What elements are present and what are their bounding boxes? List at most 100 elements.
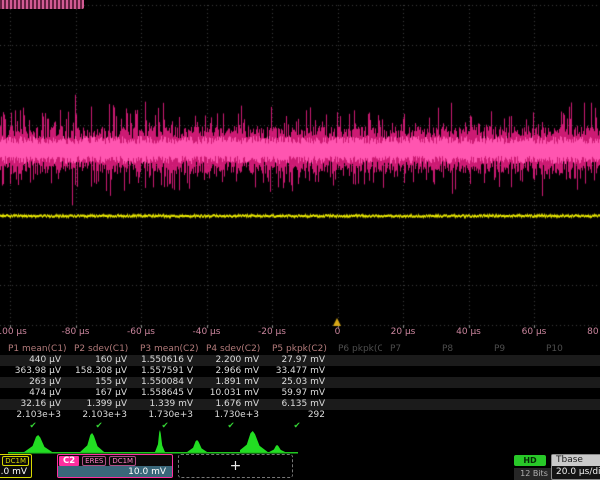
measure-row-sdev: 32.16 µV1.399 µV1.339 mV1.676 mV6.135 mV [0,399,600,410]
cropped-menu-highlight[interactable] [0,0,84,9]
tbase-label: Tbase [552,455,600,466]
measure-value [434,355,486,366]
resolution-label: 12 Bits [514,468,554,480]
measure-value: 10.031 mV [198,388,264,399]
measure-value: 292 [264,410,330,421]
param-header-p6[interactable]: P6 pkpk(C3) [330,344,382,355]
c1-vdiv-value: 10.0 mV [0,466,31,477]
measure-value [330,355,382,366]
measure-value: 1.891 mV [198,377,264,388]
measure-value [538,410,590,421]
param-header-p2[interactable]: P2 sdev(C1) [66,344,132,355]
measure-value [538,355,590,366]
param-header-p8[interactable]: P8 [434,344,486,355]
measure-value: 1.557591 V [132,366,198,377]
measure-value [382,399,434,410]
measure-value [538,366,590,377]
measure-value: 32.16 µV [0,399,66,410]
histicon-row [0,428,600,454]
measure-value [486,388,538,399]
measure-value [434,377,486,388]
param-header-p3[interactable]: P3 mean(C2) [132,344,198,355]
param-header-p10[interactable]: P10 [538,344,590,355]
add-trace-button[interactable]: + [178,454,293,478]
param-header-p4[interactable]: P4 sdev(C2) [198,344,264,355]
hd-mode-badge[interactable]: HD [514,455,546,466]
measure-value [330,399,382,410]
measure-value: 363.98 µV [0,366,66,377]
measure-value: 155 µV [66,377,132,388]
measure-value [330,410,382,421]
measure-value: 1.399 µV [66,399,132,410]
measure-value [382,410,434,421]
axis-tick-label: -40 µs [175,327,239,337]
measure-value [486,399,538,410]
measure-value: 27.97 mV [264,355,330,366]
measure-value [538,377,590,388]
measure-value: 6.135 mV [264,399,330,410]
axis-tick-label: 60 µs [502,327,566,337]
measure-value [382,388,434,399]
oscilloscope-screen: -100 µs-80 µs-60 µs-40 µs-20 µs020 µs40 … [0,0,600,480]
axis-tick-label: -100 µs [0,327,42,337]
timebase-descriptor[interactable]: Tbase 20.0 µs/div [551,454,600,480]
c1-coupling-badge: DC1M [2,456,29,466]
param-header-p5[interactable]: P5 pkpk(C2) [264,344,330,355]
axis-tick-label: -60 µs [109,327,173,337]
channel-c2-descriptor[interactable]: C2 ERES DC1M 10.0 mV [57,454,173,478]
measurement-table: P1 mean(C1)P2 sdev(C1)P3 mean(C2)P4 sdev… [0,344,600,432]
measure-value [486,410,538,421]
measure-value: 1.550616 V [132,355,198,366]
axis-tick-label: 0 [306,327,370,337]
measure-row-mean: 363.98 µV158.308 µV1.557591 V2.966 mV33.… [0,366,600,377]
measure-value [538,388,590,399]
param-header-p9[interactable]: P9 [486,344,538,355]
axis-tick-label: 40 µs [437,327,501,337]
axis-tick-label: 80 µs [568,327,600,337]
plus-icon: + [230,458,242,474]
measure-value: 1.730e+3 [198,410,264,421]
measure-value: 263 µV [0,377,66,388]
measure-value: 1.550084 V [132,377,198,388]
tbase-value: 20.0 µs/div [552,466,600,478]
c2-label: C2 [59,456,79,466]
measure-value [330,366,382,377]
measure-value: 440 µV [0,355,66,366]
measure-row-value: 440 µV160 µV1.550616 V2.200 mV27.97 mV [0,355,600,366]
c2-coupling-badge: DC1M [109,456,136,466]
c2-vdiv-value: 10.0 mV [58,466,172,477]
measure-value: 2.103e+3 [0,410,66,421]
measure-value: 167 µV [66,388,132,399]
axis-tick-label: -20 µs [240,327,304,337]
measure-value: 1.339 mV [132,399,198,410]
measure-value: 158.308 µV [66,366,132,377]
measure-value: 2.103e+3 [66,410,132,421]
measure-header-row: P1 mean(C1)P2 sdev(C1)P3 mean(C2)P4 sdev… [0,344,600,355]
descriptor-bar: C1 DC1M 10.0 mV C2 ERES DC1M 10.0 mV + H… [0,454,600,480]
measure-value: 474 µV [0,388,66,399]
measure-value: 1.730e+3 [132,410,198,421]
c2-eres-badge: ERES [82,456,106,466]
measure-value: 25.03 mV [264,377,330,388]
measure-value [434,366,486,377]
measure-row-max: 474 µV167 µV1.558645 V10.031 mV59.97 mV [0,388,600,399]
measure-value: 33.477 mV [264,366,330,377]
measure-value: 59.97 mV [264,388,330,399]
measure-value: 1.558645 V [132,388,198,399]
measure-value [382,377,434,388]
param-header-p1[interactable]: P1 mean(C1) [0,344,66,355]
measure-value [486,366,538,377]
axis-tick-label: -80 µs [44,327,108,337]
measure-value: 1.676 mV [198,399,264,410]
histicon-p5 [240,428,298,454]
measure-value [434,410,486,421]
measure-value [434,388,486,399]
param-header-p7[interactable]: P7 [382,344,434,355]
measure-value [382,355,434,366]
histicon-p1 [8,428,66,454]
histicon-p3 [124,428,182,454]
measure-value: 2.200 mV [198,355,264,366]
channel-c1-descriptor[interactable]: C1 DC1M 10.0 mV [0,454,32,478]
measure-value [434,399,486,410]
measure-value [486,355,538,366]
